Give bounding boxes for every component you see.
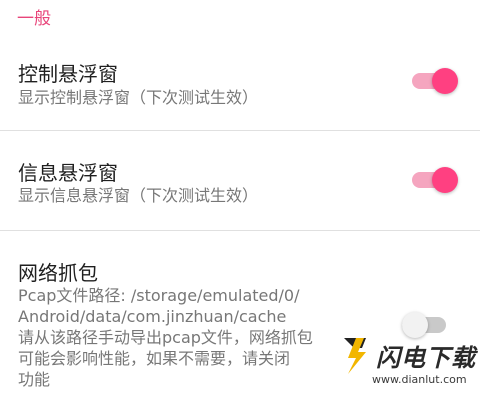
toggle-thumb	[432, 68, 458, 94]
setting-summary-line: Pcap文件路径: /storage/emulated/0/	[18, 286, 300, 305]
setting-title: 网络抓包	[18, 261, 98, 285]
floating-info-toggle[interactable]	[412, 166, 460, 194]
toggle-thumb	[432, 167, 458, 193]
setting-summary-line: 可能会影响性能，如果不需要，请关闭	[18, 349, 291, 368]
setting-title: 信息悬浮窗	[18, 161, 118, 185]
lightning-logo-icon	[344, 338, 366, 374]
floating-control-toggle[interactable]	[412, 67, 460, 95]
setting-title: 控制悬浮窗	[18, 62, 118, 86]
watermark-name: 闪电下载	[376, 344, 476, 372]
setting-floating-info[interactable]: 信息悬浮窗 显示信息悬浮窗（下次测试生效）	[0, 131, 480, 230]
setting-floating-control[interactable]: 控制悬浮窗 显示控制悬浮窗（下次测试生效）	[0, 0, 480, 130]
setting-summary-line: 功能	[18, 370, 51, 389]
setting-summary: 显示控制悬浮窗（下次测试生效）	[18, 88, 259, 107]
watermark-url: www.dianlut.com	[372, 373, 467, 386]
setting-summary: 显示信息悬浮窗（下次测试生效）	[18, 186, 259, 205]
setting-summary-line: Android/data/com.jinzhuan/cache	[18, 307, 287, 326]
setting-summary-line: 请从该路径手动导出pcap文件，网络抓包	[18, 328, 313, 347]
site-watermark: 闪电下载 www.dianlut.com	[332, 330, 480, 396]
